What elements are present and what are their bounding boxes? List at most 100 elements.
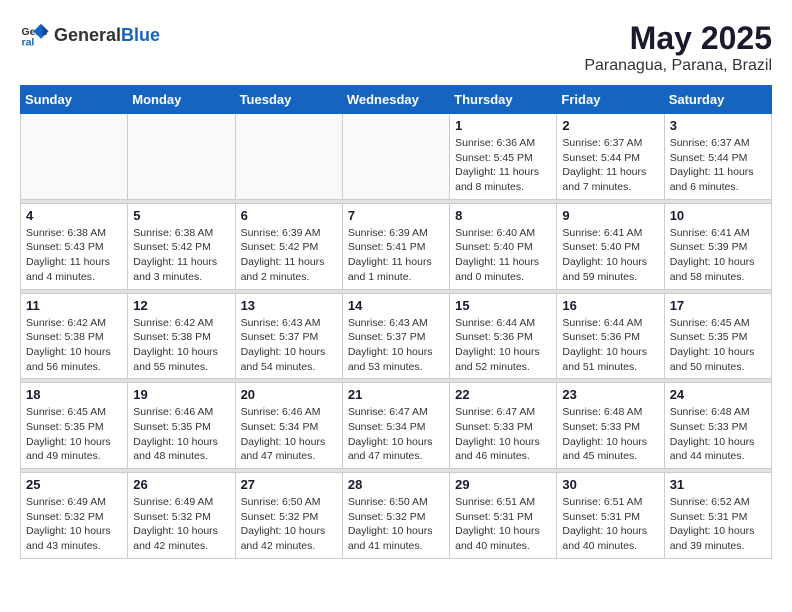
day-cell-11: 11Sunrise: 6:42 AM Sunset: 5:38 PM Dayli… (21, 293, 128, 379)
day-number: 26 (133, 477, 229, 492)
day-info: Sunrise: 6:43 AM Sunset: 5:37 PM Dayligh… (241, 316, 337, 375)
day-number: 3 (670, 118, 766, 133)
day-cell-23: 23 Sunrise: 6:48 AM Sunset: 5:33 PM Dayli… (557, 383, 664, 469)
day-info: Sunrise: 6:36 AM Sunset: 5:45 PM Dayligh… (455, 136, 551, 195)
day-cell-31: 31 Sunrise: 6:52 AM Sunset: 5:31 PM Dayli… (664, 473, 771, 559)
day-cell-18: 18Sunrise: 6:45 AM Sunset: 5:35 PM Dayli… (21, 383, 128, 469)
day-cell-1: 1Sunrise: 6:36 AM Sunset: 5:45 PM Daylig… (450, 114, 557, 200)
week-row-4: 18Sunrise: 6:45 AM Sunset: 5:35 PM Dayli… (21, 383, 772, 469)
day-info: Sunrise: 6:51 AM Sunset: 5:31 PM Dayligh… (562, 495, 658, 554)
day-number: 22 (455, 387, 551, 402)
title-area: May 2025 Paranagua, Parana, Brazil (584, 20, 772, 75)
day-number: 23 (562, 387, 658, 402)
day-info: Sunrise: 6:41 AM Sunset: 5:40 PM Dayligh… (562, 226, 658, 285)
day-info: Sunrise: 6:39 AM Sunset: 5:41 PM Dayligh… (348, 226, 444, 285)
day-number: 28 (348, 477, 444, 492)
day-cell-20: 20Sunrise: 6:46 AM Sunset: 5:34 PM Dayli… (235, 383, 342, 469)
day-info: Sunrise: 6:50 AM Sunset: 5:32 PM Dayligh… (348, 495, 444, 554)
day-cell-21: 21Sunrise: 6:47 AM Sunset: 5:34 PM Dayli… (342, 383, 449, 469)
month-title: May 2025 (584, 20, 772, 57)
day-cell-19: 19 Sunrise: 6:46 AM Sunset: 5:35 PM Dayli… (128, 383, 235, 469)
day-number: 25 (26, 477, 122, 492)
empty-cell (342, 114, 449, 200)
weekday-header-wednesday: Wednesday (342, 86, 449, 114)
day-info: Sunrise: 6:44 AM Sunset: 5:36 PM Dayligh… (455, 316, 551, 375)
day-number: 17 (670, 298, 766, 313)
day-cell-16: 16 Sunrise: 6:44 AM Sunset: 5:36 PM Dayli… (557, 293, 664, 379)
day-info: Sunrise: 6:44 AM Sunset: 5:36 PM Dayligh… (562, 316, 658, 375)
day-cell-2: 2 Sunrise: 6:37 AM Sunset: 5:44 PM Daylig… (557, 114, 664, 200)
day-number: 5 (133, 208, 229, 223)
day-info: Sunrise: 6:50 AM Sunset: 5:32 PM Dayligh… (241, 495, 337, 554)
week-row-5: 25 Sunrise: 6:49 AM Sunset: 5:32 PM Dayli… (21, 473, 772, 559)
day-number: 19 (133, 387, 229, 402)
day-info: Sunrise: 6:37 AM Sunset: 5:44 PM Dayligh… (562, 136, 658, 195)
day-info: Sunrise: 6:38 AM Sunset: 5:43 PM Dayligh… (26, 226, 122, 285)
day-cell-24: 24Sunrise: 6:48 AM Sunset: 5:33 PM Dayli… (664, 383, 771, 469)
week-row-3: 11Sunrise: 6:42 AM Sunset: 5:38 PM Dayli… (21, 293, 772, 379)
day-cell-10: 10 Sunrise: 6:41 AM Sunset: 5:39 PM Dayli… (664, 203, 771, 289)
day-number: 16 (562, 298, 658, 313)
day-info: Sunrise: 6:48 AM Sunset: 5:33 PM Dayligh… (670, 405, 766, 464)
day-info: Sunrise: 6:46 AM Sunset: 5:35 PM Dayligh… (133, 405, 229, 464)
svg-text:ral: ral (22, 37, 35, 49)
day-cell-14: 14 Sunrise: 6:43 AM Sunset: 5:37 PM Dayli… (342, 293, 449, 379)
day-info: Sunrise: 6:41 AM Sunset: 5:39 PM Dayligh… (670, 226, 766, 285)
day-number: 2 (562, 118, 658, 133)
logo-blue-text: Blue (121, 25, 160, 46)
day-info: Sunrise: 6:37 AM Sunset: 5:44 PM Dayligh… (670, 136, 766, 195)
day-number: 8 (455, 208, 551, 223)
day-cell-26: 26 Sunrise: 6:49 AM Sunset: 5:32 PM Dayli… (128, 473, 235, 559)
day-number: 15 (455, 298, 551, 313)
logo-icon: Gene ral (20, 20, 50, 50)
day-cell-12: 12Sunrise: 6:42 AM Sunset: 5:38 PM Dayli… (128, 293, 235, 379)
weekday-header-monday: Monday (128, 86, 235, 114)
day-cell-28: 28 Sunrise: 6:50 AM Sunset: 5:32 PM Dayli… (342, 473, 449, 559)
empty-cell (21, 114, 128, 200)
day-info: Sunrise: 6:48 AM Sunset: 5:33 PM Dayligh… (562, 405, 658, 464)
day-cell-15: 15 Sunrise: 6:44 AM Sunset: 5:36 PM Dayli… (450, 293, 557, 379)
day-info: Sunrise: 6:43 AM Sunset: 5:37 PM Dayligh… (348, 316, 444, 375)
day-number: 4 (26, 208, 122, 223)
calendar-table: SundayMondayTuesdayWednesdayThursdayFrid… (20, 85, 772, 559)
day-cell-22: 22Sunrise: 6:47 AM Sunset: 5:33 PM Dayli… (450, 383, 557, 469)
day-info: Sunrise: 6:49 AM Sunset: 5:32 PM Dayligh… (26, 495, 122, 554)
day-number: 20 (241, 387, 337, 402)
day-number: 27 (241, 477, 337, 492)
day-cell-29: 29Sunrise: 6:51 AM Sunset: 5:31 PM Dayli… (450, 473, 557, 559)
day-cell-8: 8 Sunrise: 6:40 AM Sunset: 5:40 PM Daylig… (450, 203, 557, 289)
weekday-header-row: SundayMondayTuesdayWednesdayThursdayFrid… (21, 86, 772, 114)
day-number: 30 (562, 477, 658, 492)
day-cell-4: 4 Sunrise: 6:38 AM Sunset: 5:43 PM Daylig… (21, 203, 128, 289)
logo-general-text: General (54, 25, 121, 46)
empty-cell (128, 114, 235, 200)
day-number: 12 (133, 298, 229, 313)
day-info: Sunrise: 6:40 AM Sunset: 5:40 PM Dayligh… (455, 226, 551, 285)
day-number: 10 (670, 208, 766, 223)
week-row-2: 4 Sunrise: 6:38 AM Sunset: 5:43 PM Daylig… (21, 203, 772, 289)
day-number: 13 (241, 298, 337, 313)
weekday-header-friday: Friday (557, 86, 664, 114)
day-cell-27: 27 Sunrise: 6:50 AM Sunset: 5:32 PM Dayli… (235, 473, 342, 559)
page-header: Gene ral GeneralBlue May 2025 Paranagua,… (20, 20, 772, 75)
day-number: 7 (348, 208, 444, 223)
day-number: 14 (348, 298, 444, 313)
day-cell-6: 6 Sunrise: 6:39 AM Sunset: 5:42 PM Daylig… (235, 203, 342, 289)
day-info: Sunrise: 6:49 AM Sunset: 5:32 PM Dayligh… (133, 495, 229, 554)
day-info: Sunrise: 6:45 AM Sunset: 5:35 PM Dayligh… (670, 316, 766, 375)
logo: Gene ral GeneralBlue (20, 20, 160, 50)
day-cell-17: 17 Sunrise: 6:45 AM Sunset: 5:35 PM Dayli… (664, 293, 771, 379)
day-info: Sunrise: 6:39 AM Sunset: 5:42 PM Dayligh… (241, 226, 337, 285)
day-number: 6 (241, 208, 337, 223)
day-number: 21 (348, 387, 444, 402)
day-cell-5: 5Sunrise: 6:38 AM Sunset: 5:42 PM Daylig… (128, 203, 235, 289)
day-info: Sunrise: 6:45 AM Sunset: 5:35 PM Dayligh… (26, 405, 122, 464)
day-cell-30: 30 Sunrise: 6:51 AM Sunset: 5:31 PM Dayli… (557, 473, 664, 559)
day-number: 11 (26, 298, 122, 313)
day-info: Sunrise: 6:52 AM Sunset: 5:31 PM Dayligh… (670, 495, 766, 554)
day-cell-25: 25 Sunrise: 6:49 AM Sunset: 5:32 PM Dayli… (21, 473, 128, 559)
day-cell-7: 7 Sunrise: 6:39 AM Sunset: 5:41 PM Daylig… (342, 203, 449, 289)
day-number: 31 (670, 477, 766, 492)
location-title: Paranagua, Parana, Brazil (584, 57, 772, 75)
weekday-header-thursday: Thursday (450, 86, 557, 114)
